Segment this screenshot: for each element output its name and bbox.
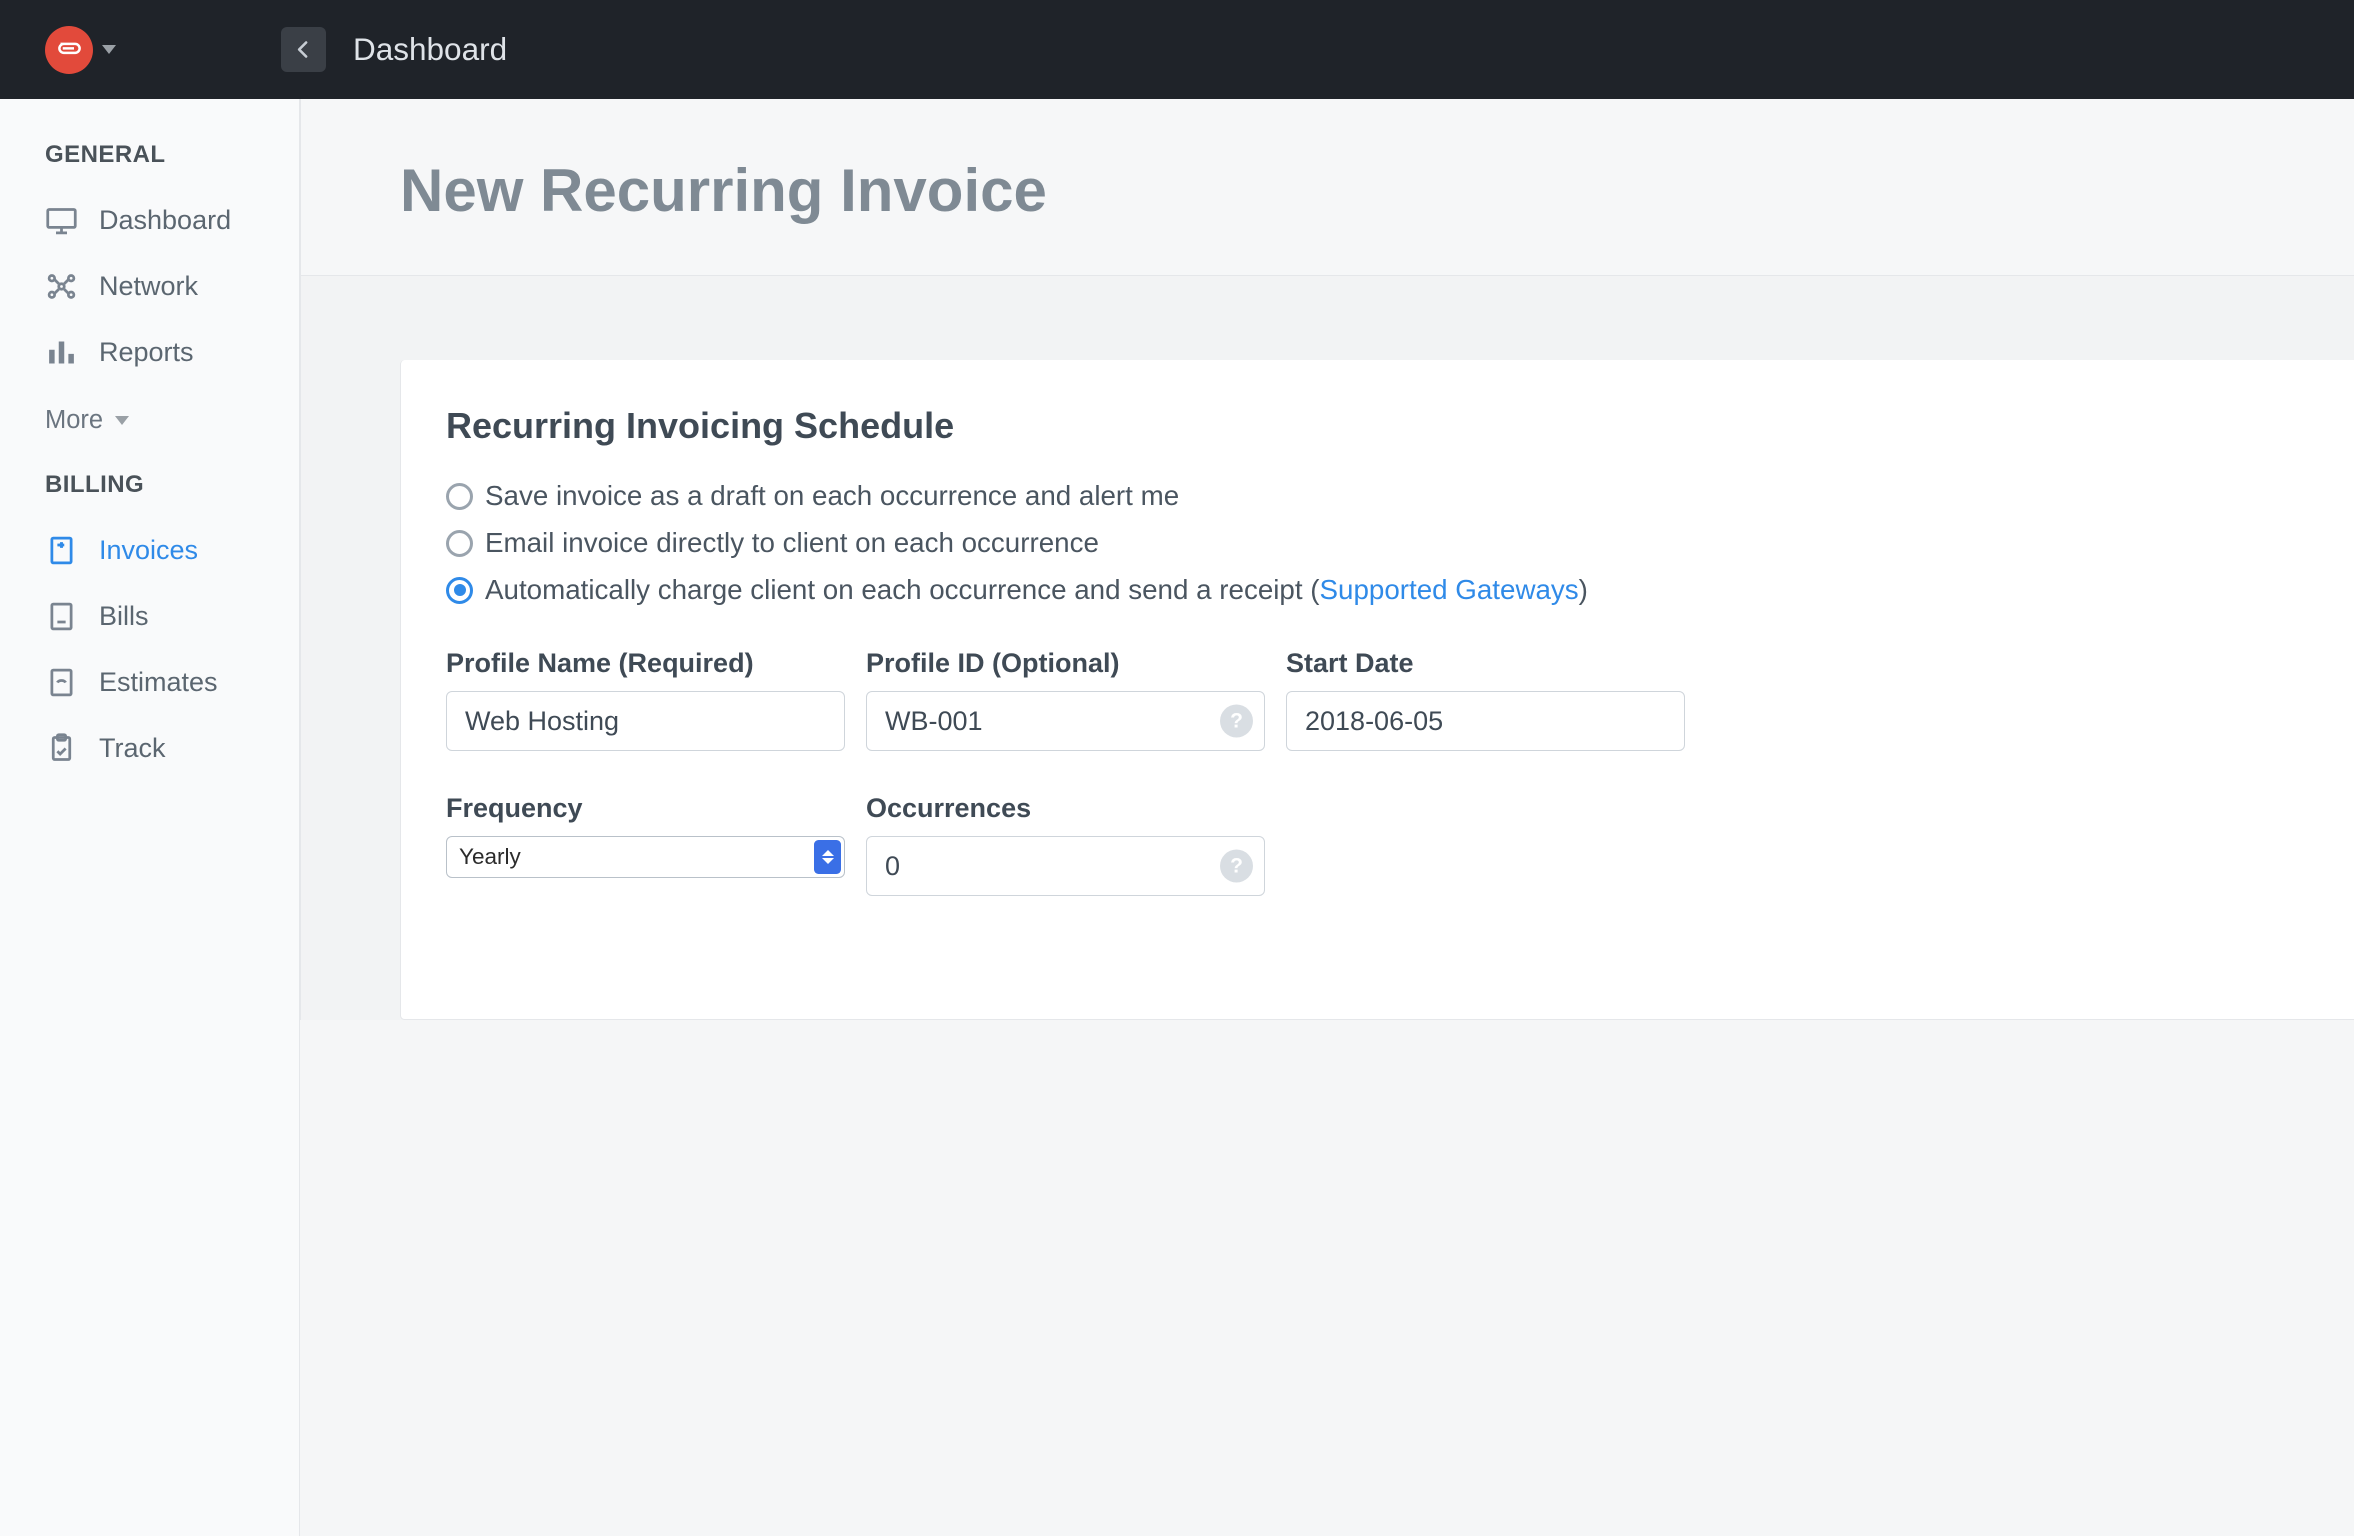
- radio-label: Email invoice directly to client on each…: [485, 527, 1099, 559]
- field-label: Occurrences: [866, 793, 1265, 824]
- field-profile-id: Profile ID (Optional) ?: [866, 648, 1265, 751]
- sidebar-item-label: Reports: [99, 337, 194, 368]
- chevron-down-icon: [115, 416, 129, 425]
- bill-icon: [45, 600, 78, 633]
- help-icon[interactable]: ?: [1220, 705, 1253, 738]
- sidebar-item-network[interactable]: Network: [0, 253, 299, 319]
- back-button[interactable]: [281, 27, 326, 72]
- sidebar-item-estimates[interactable]: Estimates: [0, 649, 299, 715]
- sidebar-section-general: GENERAL: [0, 141, 299, 187]
- clipboard-check-icon: [45, 732, 78, 765]
- supported-gateways-link[interactable]: Supported Gateways: [1320, 574, 1579, 605]
- radio-option-draft[interactable]: Save invoice as a draft on each occurren…: [446, 480, 2354, 512]
- field-start-date: Start Date: [1286, 648, 1685, 751]
- invoice-icon: [45, 534, 78, 567]
- radio-option-email[interactable]: Email invoice directly to client on each…: [446, 527, 2354, 559]
- bar-chart-icon: [45, 336, 78, 369]
- radio-label: Save invoice as a draft on each occurren…: [485, 480, 1179, 512]
- page-header: New Recurring Invoice Save: [301, 99, 2354, 276]
- select-arrows-icon: [814, 840, 841, 874]
- breadcrumb[interactable]: Dashboard: [353, 31, 507, 68]
- field-label: Profile Name (Required): [446, 648, 845, 679]
- sidebar-more-label: More: [45, 406, 103, 435]
- radio-icon: [446, 483, 473, 510]
- monitor-icon: [45, 204, 78, 237]
- occurrences-input[interactable]: [866, 836, 1265, 896]
- brand-menu[interactable]: [45, 26, 116, 74]
- select-value: Yearly: [459, 844, 521, 870]
- page-title: New Recurring Invoice: [400, 156, 1047, 225]
- chevron-down-icon: [102, 45, 116, 54]
- sidebar-item-dashboard[interactable]: Dashboard: [0, 187, 299, 253]
- brand-logo-icon: [45, 26, 93, 74]
- field-label: Profile ID (Optional): [866, 648, 1265, 679]
- sidebar-item-bills[interactable]: Bills: [0, 583, 299, 649]
- section-title: Recurring Invoicing Schedule: [446, 405, 2354, 447]
- sidebar-item-invoices[interactable]: Invoices: [0, 517, 299, 583]
- sidebar-item-label: Estimates: [99, 667, 218, 698]
- sidebar-item-reports[interactable]: Reports: [0, 319, 299, 385]
- radio-icon: [446, 530, 473, 557]
- radio-label: Automatically charge client on each occu…: [485, 574, 1588, 606]
- help-icon[interactable]: ?: [1220, 850, 1253, 883]
- sidebar-item-label: Dashboard: [99, 205, 231, 236]
- field-frequency: Frequency Yearly: [446, 793, 845, 896]
- network-icon: [45, 270, 78, 303]
- main-content: New Recurring Invoice Save Recurring Inv…: [300, 99, 2354, 1020]
- radio-icon: [446, 577, 473, 604]
- sidebar-item-label: Invoices: [99, 535, 198, 566]
- sidebar-section-billing: BILLING: [0, 471, 299, 517]
- sidebar-item-label: Track: [99, 733, 166, 764]
- radio-option-charge[interactable]: Automatically charge client on each occu…: [446, 574, 2354, 606]
- frequency-select[interactable]: Yearly: [446, 836, 845, 878]
- sidebar: GENERAL Dashboard Network Reports More B…: [0, 99, 300, 1536]
- schedule-panel: Recurring Invoicing Schedule Save invoic…: [400, 360, 2354, 1020]
- radio-label-text: Automatically charge client on each occu…: [485, 574, 1320, 605]
- sidebar-item-label: Bills: [99, 601, 149, 632]
- start-date-input[interactable]: [1286, 691, 1685, 751]
- field-label: Start Date: [1286, 648, 1685, 679]
- radio-label-text: ): [1579, 574, 1588, 605]
- sidebar-item-label: Network: [99, 271, 198, 302]
- schedule-radio-group: Save invoice as a draft on each occurren…: [446, 480, 2354, 606]
- sidebar-more[interactable]: More: [0, 385, 299, 471]
- estimate-icon: [45, 666, 78, 699]
- profile-name-input[interactable]: [446, 691, 845, 751]
- field-occurrences: Occurrences ?: [866, 793, 1265, 896]
- sidebar-item-track[interactable]: Track: [0, 715, 299, 781]
- topbar: Dashboard Settings: [0, 0, 2354, 99]
- field-profile-name: Profile Name (Required): [446, 648, 845, 751]
- profile-id-input[interactable]: [866, 691, 1265, 751]
- field-label: Frequency: [446, 793, 845, 824]
